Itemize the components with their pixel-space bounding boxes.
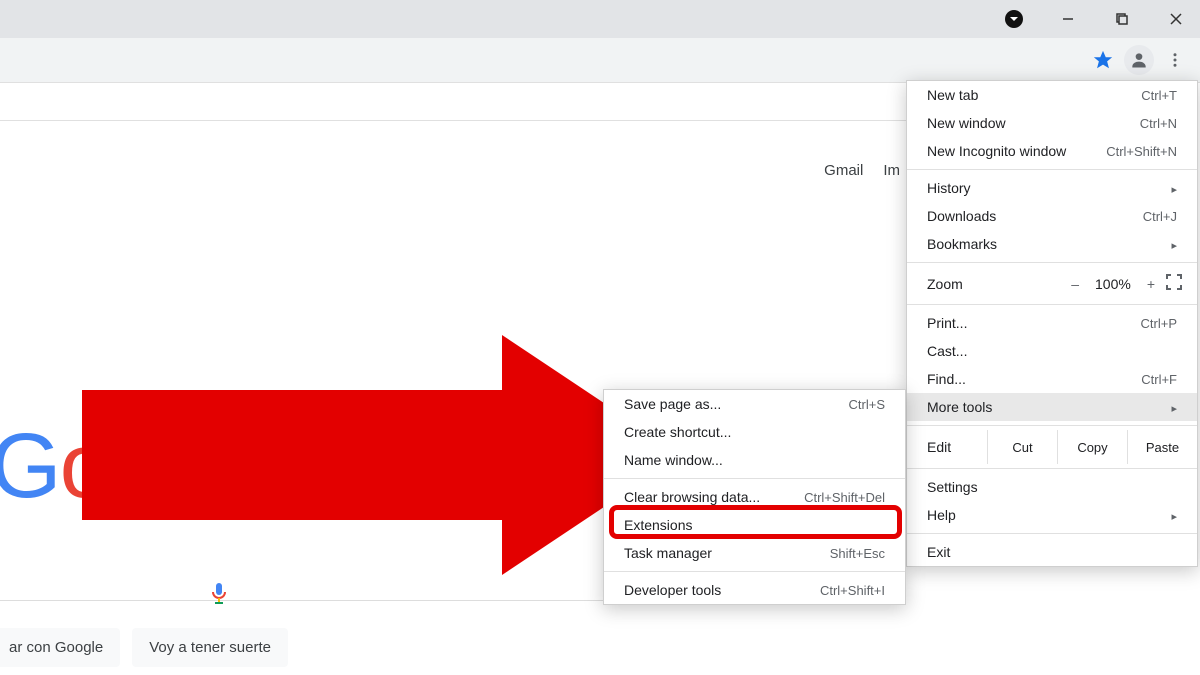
- logo-letter-g: G: [0, 420, 60, 512]
- images-link-truncated[interactable]: Im: [883, 160, 900, 181]
- menu-new-window[interactable]: New windowCtrl+N: [907, 109, 1197, 137]
- zoom-label: Zoom: [927, 276, 1061, 292]
- menu-separator: [907, 533, 1197, 534]
- menu-downloads[interactable]: DownloadsCtrl+J: [907, 202, 1197, 230]
- menu-print[interactable]: Print...Ctrl+P: [907, 309, 1197, 337]
- chevron-right-icon: [1171, 507, 1177, 523]
- submenu-name-window[interactable]: Name window...: [604, 446, 905, 474]
- mic-icon[interactable]: [210, 582, 228, 606]
- search-buttons: ar con Google Voy a tener suerte: [0, 628, 288, 667]
- edit-cut-button[interactable]: Cut: [987, 430, 1057, 464]
- menu-separator: [907, 262, 1197, 263]
- menu-incognito[interactable]: New Incognito windowCtrl+Shift+N: [907, 137, 1197, 165]
- menu-cast[interactable]: Cast...: [907, 337, 1197, 365]
- kebab-menu-icon[interactable]: [1160, 45, 1190, 75]
- google-logo: G o o: [0, 420, 158, 512]
- chrome-main-menu: New tabCtrl+T New windowCtrl+N New Incog…: [906, 80, 1198, 567]
- menu-exit[interactable]: Exit: [907, 538, 1197, 566]
- chevron-right-icon: [1171, 180, 1177, 196]
- close-button[interactable]: [1160, 3, 1192, 35]
- edit-copy-button[interactable]: Copy: [1057, 430, 1127, 464]
- zoom-value: 100%: [1095, 276, 1131, 292]
- menu-separator: [907, 468, 1197, 469]
- menu-help[interactable]: Help: [907, 501, 1197, 529]
- os-titlebar: [0, 0, 1200, 38]
- menu-find[interactable]: Find...Ctrl+F: [907, 365, 1197, 393]
- fullscreen-icon[interactable]: [1165, 273, 1183, 294]
- logo-green-accent: [208, 430, 222, 474]
- menu-settings[interactable]: Settings: [907, 473, 1197, 501]
- submenu-clear-browsing-data[interactable]: Clear browsing data...Ctrl+Shift+Del: [604, 483, 905, 511]
- chevron-right-icon: [1171, 236, 1177, 252]
- logo-letter-o2: o: [109, 420, 158, 512]
- menu-bookmarks[interactable]: Bookmarks: [907, 230, 1197, 258]
- menu-zoom: Zoom – 100% +: [907, 267, 1197, 300]
- more-tools-submenu: Save page as...Ctrl+S Create shortcut...…: [603, 389, 906, 605]
- menu-new-tab[interactable]: New tabCtrl+T: [907, 81, 1197, 109]
- submenu-task-manager[interactable]: Task managerShift+Esc: [604, 539, 905, 567]
- google-search-button[interactable]: ar con Google: [0, 628, 120, 667]
- zoom-out-button[interactable]: –: [1071, 276, 1079, 292]
- zoom-in-button[interactable]: +: [1147, 276, 1155, 292]
- minimize-button[interactable]: [1052, 3, 1084, 35]
- submenu-separator: [604, 571, 905, 572]
- logo-letter-o1: o: [60, 420, 109, 512]
- menu-separator: [907, 425, 1197, 426]
- chevron-right-icon: [1171, 399, 1177, 415]
- menu-history[interactable]: History: [907, 174, 1197, 202]
- maximize-button[interactable]: [1106, 3, 1138, 35]
- bookmark-star-icon[interactable]: [1088, 45, 1118, 75]
- search-box-edge: [0, 600, 610, 601]
- gmail-link[interactable]: Gmail: [824, 160, 863, 181]
- menu-more-tools[interactable]: More tools: [907, 393, 1197, 421]
- submenu-developer-tools[interactable]: Developer toolsCtrl+Shift+I: [604, 576, 905, 604]
- app-indicator-icon: [998, 3, 1030, 35]
- menu-separator: [907, 169, 1197, 170]
- submenu-separator: [604, 478, 905, 479]
- edit-paste-button[interactable]: Paste: [1127, 430, 1197, 464]
- feeling-lucky-button[interactable]: Voy a tener suerte: [132, 628, 288, 667]
- submenu-extensions[interactable]: Extensions: [604, 511, 905, 539]
- browser-toolbar: [0, 38, 1200, 83]
- submenu-save-page[interactable]: Save page as...Ctrl+S: [604, 390, 905, 418]
- submenu-create-shortcut[interactable]: Create shortcut...: [604, 418, 905, 446]
- page-separator: [0, 120, 910, 121]
- menu-separator: [907, 304, 1197, 305]
- profile-avatar-icon[interactable]: [1124, 45, 1154, 75]
- edit-label: Edit: [927, 439, 987, 455]
- menu-edit-row: Edit Cut Copy Paste: [907, 430, 1197, 464]
